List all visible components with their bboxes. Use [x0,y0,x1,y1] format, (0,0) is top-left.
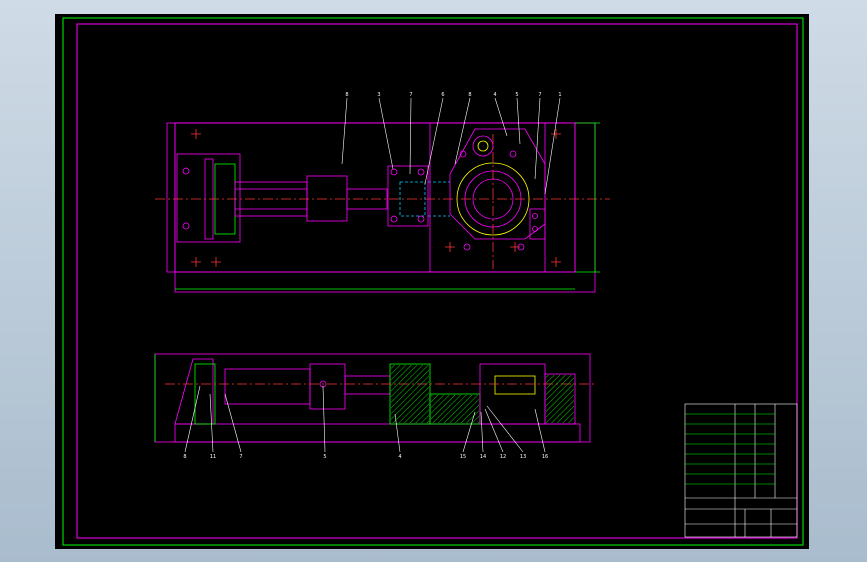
hatched-base [431,395,479,423]
top-view-label: 7 [538,92,541,98]
hatched-fixture [546,375,574,423]
front-view-label: 4 [398,454,401,460]
hatched-clamp-block [391,365,429,423]
title-block-rows [685,413,775,485]
cad-viewport[interactable]: 8 3 7 6 8 4 5 7 1 8 11 7 5 4 15 14 12 13 16 [55,14,809,549]
front-view-label: 16 [542,454,548,460]
front-view [154,353,595,443]
top-view [155,122,610,293]
front-view-label: 8 [183,454,186,460]
outer-frame [62,17,804,546]
engineering-drawing: 8 3 7 6 8 4 5 7 1 8 11 7 5 4 15 14 12 13 16 [62,17,804,546]
top-view-label: 1 [558,92,561,98]
inner-frame [76,23,798,539]
top-view-leaders [341,97,561,195]
top-view-label: 7 [409,92,412,98]
top-view-label: 8 [345,92,348,98]
front-view-label: 12 [500,454,506,460]
front-view-label: 7 [239,454,242,460]
front-view-label: 5 [323,454,326,460]
front-view-label: 11 [210,454,216,460]
top-view-label: 6 [441,92,444,98]
top-view-label: 3 [377,92,380,98]
top-view-label: 4 [493,92,496,98]
top-view-label: 5 [515,92,518,98]
front-view-label: 14 [480,454,486,460]
front-view-label: 13 [520,454,526,460]
front-view-label: 15 [460,454,466,460]
top-view-label: 8 [468,92,471,98]
